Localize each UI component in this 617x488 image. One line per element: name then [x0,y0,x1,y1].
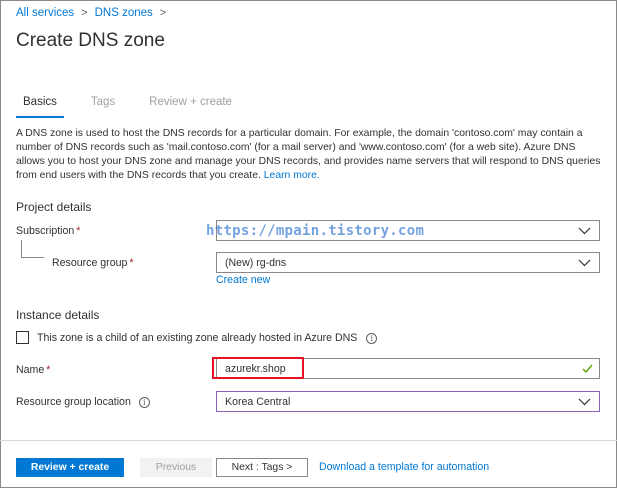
download-template-link[interactable]: Download a template for automation [319,461,489,473]
window-frame [0,0,617,488]
instance-details-title: Instance details [16,308,100,322]
name-label: Name * [16,364,50,376]
info-icon[interactable]: i [138,396,150,408]
info-icon[interactable]: i [366,332,378,344]
subscription-label: Subscription * [16,225,80,237]
required-marker: * [76,225,81,237]
breadcrumb-all-services[interactable]: All services [16,7,74,19]
name-highlight-box [212,357,304,379]
tab-review-create[interactable]: Review + create [142,96,239,118]
chevron-down-icon [578,227,591,235]
required-marker: * [46,364,51,376]
resource-group-select[interactable]: (New) rg-dns [216,252,600,273]
child-zone-label: This zone is a child of an existing zone… [37,332,378,344]
previous-button[interactable]: Previous [140,458,212,477]
resource-group-value: (New) rg-dns [225,257,287,269]
child-zone-label-text: This zone is a child of an existing zone… [37,332,358,344]
location-select[interactable]: Korea Central [216,391,600,412]
breadcrumb-separator: > [159,7,167,19]
tab-basics[interactable]: Basics [16,96,64,118]
learn-more-link[interactable]: Learn more. [264,170,320,181]
page-title: Create DNS zone [16,30,165,51]
location-value: Korea Central [225,396,291,408]
name-label-text: Name [16,364,45,376]
review-create-button[interactable]: Review + create [16,458,124,477]
breadcrumb: All services > DNS zones > [16,7,173,19]
tree-connector [21,240,44,258]
required-marker: * [129,257,134,269]
subscription-label-text: Subscription [16,225,75,237]
create-new-link[interactable]: Create new [216,274,270,286]
tab-tags[interactable]: Tags [84,96,122,118]
project-details-title: Project details [16,200,92,214]
resource-group-label: Resource group * [52,257,134,269]
breadcrumb-separator: > [81,7,88,19]
description: A DNS zone is used to host the DNS recor… [16,127,606,183]
resource-group-label-text: Resource group [52,257,128,269]
breadcrumb-dns-zones[interactable]: DNS zones [95,7,153,19]
watermark-text: https://mpain.tistory.com [206,223,425,239]
chevron-down-icon [578,259,591,267]
next-tags-button[interactable]: Next : Tags > [216,458,308,477]
location-label-text: Resource group location [16,396,131,408]
child-zone-checkbox[interactable] [16,331,29,344]
checkmark-icon [582,364,593,374]
chevron-down-icon [578,398,591,406]
location-label: Resource group location i [16,396,150,408]
tab-bar: Basics Tags Review + create [16,96,259,118]
